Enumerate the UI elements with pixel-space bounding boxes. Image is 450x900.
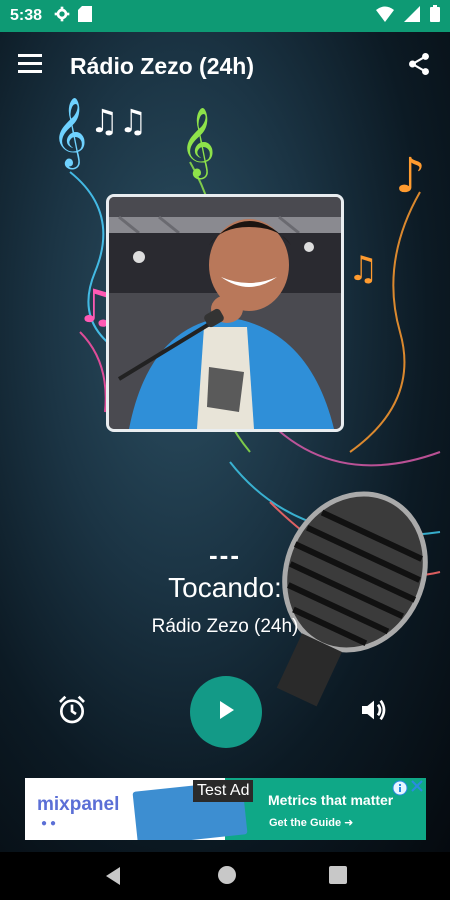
track-title: --- xyxy=(209,540,241,570)
volume-icon[interactable] xyxy=(358,694,390,726)
home-icon[interactable] xyxy=(216,864,238,891)
ad-headline: Metrics that matter xyxy=(268,792,394,808)
status-bar: 5:38 xyxy=(0,0,450,32)
play-button[interactable] xyxy=(190,676,262,748)
play-icon xyxy=(215,699,237,726)
artist-photo xyxy=(109,197,341,429)
share-icon[interactable] xyxy=(406,51,432,82)
app-toolbar: Rádio Zezo (24h) xyxy=(0,32,450,100)
playing-status-label: Tocando: xyxy=(168,572,282,603)
close-icon[interactable] xyxy=(410,779,424,793)
alarm-clock-icon[interactable] xyxy=(56,694,88,726)
station-name: Rádio Zezo (24h) xyxy=(151,616,299,637)
sd-card-icon xyxy=(78,5,93,27)
ad-dots-decoration: ●● xyxy=(41,818,60,829)
ad-banner[interactable]: mixpanel ●● Test Ad Metrics that matter … xyxy=(25,778,426,840)
status-time: 5:38 xyxy=(10,7,43,24)
battery-icon xyxy=(430,5,440,27)
ad-cta-link[interactable]: Get the Guide ➜ xyxy=(269,816,353,829)
ad-test-label: Test Ad xyxy=(193,780,254,802)
info-icon[interactable] xyxy=(392,780,408,796)
album-cover xyxy=(106,194,344,432)
back-icon[interactable] xyxy=(102,865,124,892)
gear-icon xyxy=(54,6,70,27)
hamburger-menu-icon[interactable] xyxy=(18,53,42,79)
wifi-icon xyxy=(376,6,394,27)
ad-brand: mixpanel xyxy=(37,794,120,815)
page-title: Rádio Zezo (24h) xyxy=(70,52,255,79)
signal-icon xyxy=(404,5,420,27)
player-controls xyxy=(0,672,450,748)
recents-icon[interactable] xyxy=(328,865,348,890)
system-nav-bar xyxy=(0,852,450,900)
